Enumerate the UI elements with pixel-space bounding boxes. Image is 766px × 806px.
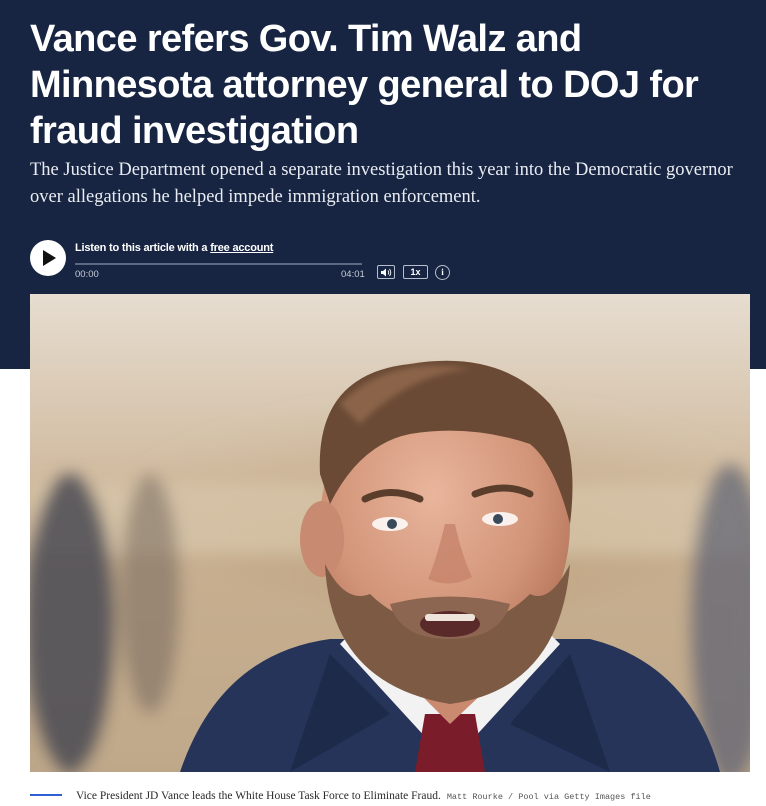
caption-text: Vice President JD Vance leads the White … [76,790,441,802]
article-headline: Vance refers Gov. Tim Walz and Minnesota… [30,18,699,152]
lead-photo [30,294,750,772]
free-account-link[interactable]: free account [210,242,273,254]
listen-prompt: Listen to this article with a free accou… [75,242,273,254]
volume-icon [381,268,392,277]
total-duration: 04:01 [341,269,365,280]
audio-player: Listen to this article with a free accou… [30,240,470,280]
caption-rule [30,794,62,796]
photo-credit: Matt Rourke / Pool via Getty Images file [446,792,651,802]
play-button[interactable] [30,240,66,276]
playback-speed-button[interactable]: 1x [403,265,428,279]
info-icon[interactable]: i [435,265,450,280]
audio-progress-bar[interactable] [75,263,362,265]
photo-caption: Vice President JD Vance leads the White … [76,786,651,804]
listen-prefix: Listen to this article with a [75,242,211,254]
current-time: 00:00 [75,269,99,280]
article-dek: The Justice Department opened a separate… [30,160,733,207]
volume-button[interactable] [377,265,395,279]
play-icon [43,250,56,266]
